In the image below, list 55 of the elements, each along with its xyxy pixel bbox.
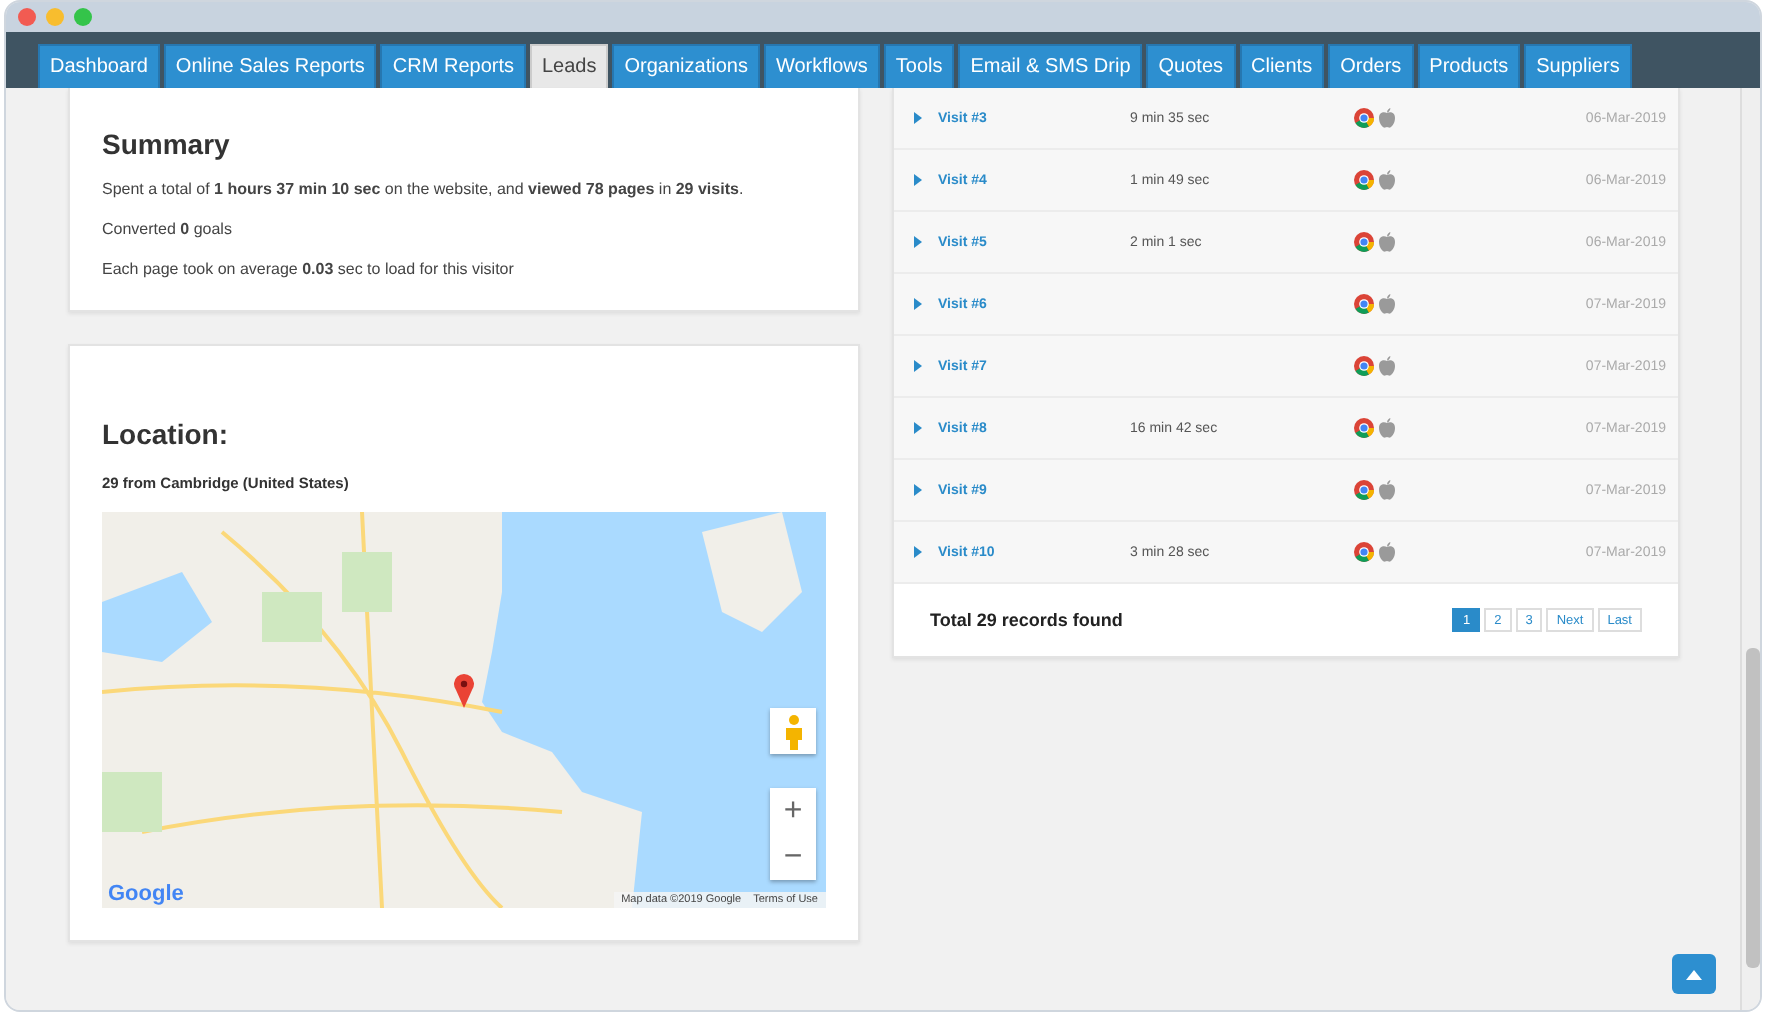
summary-title: Summary	[102, 128, 232, 160]
nav-tab[interactable]: Dashboard	[38, 44, 160, 88]
zoom-out-button[interactable]: −	[770, 834, 816, 880]
summary-text: Converted 0 goals	[102, 220, 234, 238]
browser-icon	[1354, 170, 1374, 190]
nav-tab[interactable]: Workflows	[763, 44, 880, 88]
apple-icon	[1378, 232, 1396, 252]
summary-text: Spent a total of 1 hours 37 min 10 sec on the website, and viewed 78 pages in 29 visits.	[102, 180, 746, 198]
nav-tab[interactable]: Quotes	[1146, 44, 1236, 88]
summary-text: Each page took on average 0.03 sec to load for this visitor	[102, 260, 516, 278]
apple-icon	[1378, 542, 1396, 562]
nav-tab[interactable]: CRM Reports	[380, 44, 526, 88]
caret-right-icon	[914, 546, 922, 558]
caret-right-icon	[914, 112, 922, 124]
nav-tab[interactable]: Orders	[1328, 44, 1414, 88]
apple-icon	[1378, 418, 1396, 438]
close-icon[interactable]	[18, 8, 36, 26]
apple-icon	[1378, 170, 1396, 190]
nav-tab[interactable]: Leads	[530, 44, 609, 88]
caret-right-icon	[914, 360, 922, 372]
apple-icon	[1378, 108, 1396, 128]
records-count: Total 29 records found	[930, 610, 1123, 630]
caret-right-icon	[914, 484, 922, 496]
zoom-in-button[interactable]: +	[770, 788, 816, 834]
browser-icon	[1354, 480, 1374, 500]
apple-icon	[1378, 356, 1396, 376]
nav-tab[interactable]: Organizations	[612, 44, 760, 88]
scrollbar[interactable]	[1740, 88, 1760, 1010]
nav-tab[interactable]: Products	[1417, 44, 1521, 88]
browser-icon	[1354, 418, 1374, 438]
nav-tab[interactable]: Tools	[883, 44, 955, 88]
caret-right-icon	[914, 422, 922, 434]
nav-tab[interactable]: Clients	[1239, 44, 1325, 88]
nav-tab[interactable]: Email & SMS Drip	[958, 44, 1143, 88]
apple-icon	[1378, 480, 1396, 500]
location-title: Location:	[102, 418, 230, 450]
caret-right-icon	[914, 236, 922, 248]
caret-up-icon	[1686, 969, 1702, 979]
browser-icon	[1354, 108, 1374, 128]
browser-icon	[1354, 356, 1374, 376]
browser-icon	[1354, 232, 1374, 252]
person-icon	[783, 713, 803, 749]
apple-icon	[1378, 294, 1396, 314]
map-logo: Google	[108, 882, 184, 906]
nav-tab[interactable]: Online Sales Reports	[163, 44, 377, 88]
scroll-top-button[interactable]	[1672, 954, 1716, 994]
caret-right-icon	[914, 298, 922, 310]
minimize-icon[interactable]	[46, 8, 64, 26]
maximize-icon[interactable]	[74, 8, 92, 26]
browser-icon	[1354, 294, 1374, 314]
nav-tab[interactable]: Suppliers	[1524, 44, 1632, 88]
pegman-button[interactable]	[770, 708, 816, 754]
browser-icon	[1354, 542, 1374, 562]
caret-right-icon	[914, 174, 922, 186]
map-pin-icon	[452, 672, 476, 708]
